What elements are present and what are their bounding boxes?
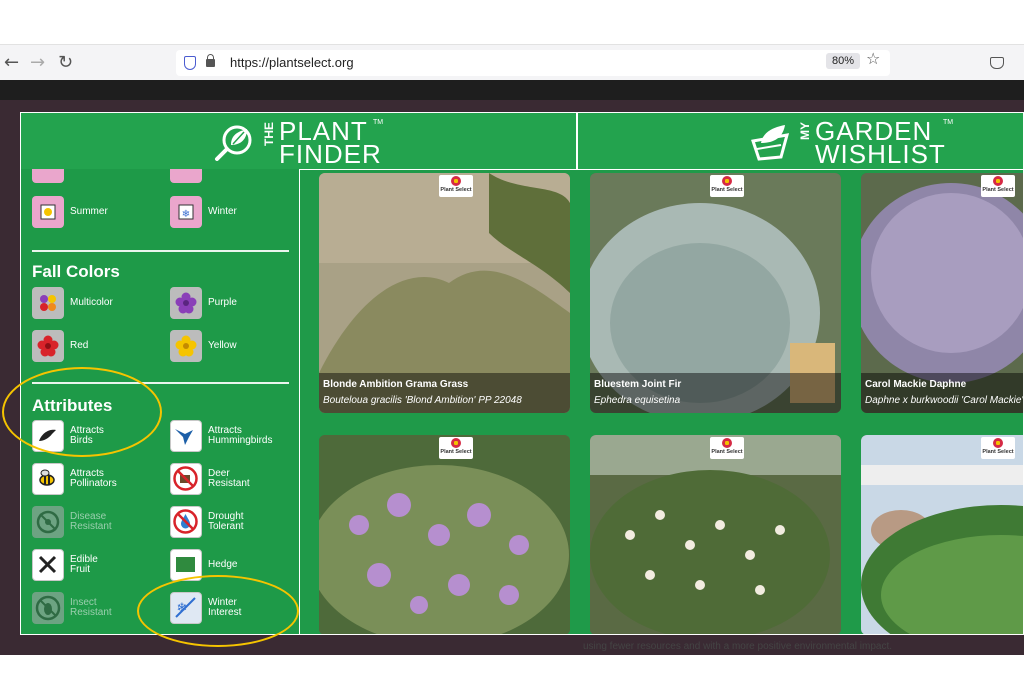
sun-icon: [32, 196, 64, 228]
admin-bar: [0, 80, 1024, 100]
biohazard-icon: [32, 506, 64, 538]
finder-small-text: THE: [262, 122, 276, 146]
card-caption: Blonde Ambition Grama Grass Bouteloua gr…: [319, 373, 570, 413]
filter-label: Yellow: [208, 340, 237, 351]
badge-text: Plant Select: [440, 187, 472, 193]
plant-select-badge: Plant Select: [981, 437, 1015, 459]
plant-card[interactable]: Plant Select Blonde Ambition Grama Grass…: [319, 173, 570, 413]
leaf-icon: [32, 169, 64, 183]
svg-text:❄: ❄: [182, 209, 190, 220]
tm-mark: TM: [943, 119, 954, 126]
plant-common-name: Bluestem Joint Fir: [594, 379, 682, 390]
url-text[interactable]: https://plantselect.org: [230, 55, 354, 70]
plant-photo: [319, 435, 570, 634]
filter-label: Drought Tolerant: [208, 511, 244, 532]
attributes-highlight-circle: [2, 367, 162, 457]
finder-bottom-text: FINDER: [279, 139, 382, 169]
browser-toolbar: ← → ↻ https://plantselect.org 80% ☆: [0, 44, 1024, 81]
no-insect-icon: [32, 592, 64, 624]
header-divider: [576, 113, 578, 169]
plant-scientific-name: Ephedra equisetina: [594, 395, 681, 406]
plant-select-logo-icon: [451, 438, 461, 448]
reload-icon[interactable]: ↻: [58, 53, 73, 73]
back-icon[interactable]: ←: [4, 53, 19, 73]
badge-text: Plant Select: [982, 187, 1014, 193]
filter-label: Winter: [208, 206, 237, 217]
plant-select-logo-icon: [722, 438, 732, 448]
plant-select-badge: Plant Select: [981, 175, 1015, 197]
winter-interest-highlight-circle: [137, 575, 299, 647]
plant-card[interactable]: Plant Select Bluestem Joint Fir Ephedra …: [590, 173, 841, 413]
snowflake-icon: ❄: [170, 196, 202, 228]
modal-header: THE PLANT FINDER TM MY GARDEN WISHLIST T…: [21, 113, 1023, 170]
plant-card[interactable]: Plant Select: [590, 435, 841, 634]
badge-text: Plant Select: [711, 187, 743, 193]
filter-label: Insect Resistant: [70, 597, 112, 618]
plant-card[interactable]: Plant Select Carol Mackie Daphne Daphne …: [861, 173, 1024, 413]
no-water-icon: [170, 506, 202, 538]
red-flower-icon: [32, 330, 64, 362]
fall-colors-heading: Fall Colors: [32, 262, 120, 281]
filter-label: Hedge: [208, 559, 238, 570]
plant-scientific-name: Daphne x burkwoodii 'Carol Mackie': [865, 395, 1024, 406]
magnifier-leaf-icon: [215, 125, 252, 161]
multicolor-flower-icon: [32, 287, 64, 319]
filter-label: Disease Resistant: [70, 511, 112, 532]
filter-label: Summer: [70, 206, 108, 217]
plant-finder-tab[interactable]: THE PLANT FINDER TM: [213, 117, 383, 167]
wishlist-small-text: MY: [798, 122, 812, 140]
purple-flower-icon: [170, 287, 202, 319]
filter-label: Attracts Pollinators: [70, 468, 117, 489]
badge-text: Plant Select: [440, 449, 472, 455]
plant-common-name: Blonde Ambition Grama Grass: [323, 379, 469, 390]
filter-label: Purple: [208, 297, 237, 308]
badge-text: Plant Select: [982, 449, 1014, 455]
address-bar[interactable]: https://plantselect.org: [176, 50, 890, 76]
plant-select-logo-icon: [722, 176, 732, 186]
plant-scientific-name: Bouteloua gracilis 'Blond Ambition' PP 2…: [323, 395, 522, 406]
plant-select-badge: Plant Select: [710, 437, 744, 459]
plant-card[interactable]: Plant Select: [319, 435, 570, 634]
shield-icon[interactable]: [184, 56, 196, 70]
forward-icon[interactable]: →: [30, 53, 45, 73]
card-caption: Carol Mackie Daphne Daphne x burkwoodii …: [861, 373, 1024, 413]
plant-select-logo-icon: [993, 438, 1003, 448]
background-page-text: using fewer resources and with a more po…: [583, 641, 893, 652]
bookmark-star-icon[interactable]: ☆: [866, 49, 880, 68]
bee-icon: [32, 463, 64, 495]
pocket-icon[interactable]: [990, 57, 1004, 69]
lock-icon[interactable]: [206, 54, 215, 67]
filter-label: Red: [70, 340, 89, 351]
plant-select-badge: Plant Select: [710, 175, 744, 197]
fork-knife-icon: [32, 549, 64, 581]
wishlist-bottom-text: WISHLIST: [815, 139, 946, 169]
filter-label: Multicolor: [70, 297, 113, 308]
plant-common-name: Carol Mackie Daphne: [865, 379, 967, 390]
hummingbird-icon: [170, 420, 202, 452]
tm-mark: TM: [373, 119, 384, 126]
plant-select-logo-icon: [993, 176, 1003, 186]
filter-label: Edible Fruit: [70, 554, 98, 575]
no-deer-icon: [170, 463, 202, 495]
garden-wishlist-tab[interactable]: MY GARDEN WISHLIST TM: [747, 117, 967, 167]
plant-photo: [590, 435, 841, 634]
zoom-level-badge[interactable]: 80%: [826, 53, 861, 69]
badge-text: Plant Select: [711, 449, 743, 455]
card-caption: Bluestem Joint Fir Ephedra equisetina: [590, 373, 841, 413]
basket-leaf-icon: [751, 125, 790, 161]
flower-icon: [170, 169, 202, 183]
plant-select-logo-icon: [451, 176, 461, 186]
filter-label: Attracts Hummingbirds: [208, 425, 273, 446]
filter-label: Deer Resistant: [208, 468, 250, 489]
plant-select-badge: Plant Select: [439, 175, 473, 197]
plant-photo: [861, 435, 1023, 634]
plant-card[interactable]: Plant Select: [861, 435, 1023, 634]
yellow-flower-icon: [170, 330, 202, 362]
section-divider: [32, 250, 289, 252]
plant-select-badge: Plant Select: [439, 437, 473, 459]
plant-finder-modal: THE PLANT FINDER TM MY GARDEN WISHLIST T…: [20, 112, 1024, 635]
